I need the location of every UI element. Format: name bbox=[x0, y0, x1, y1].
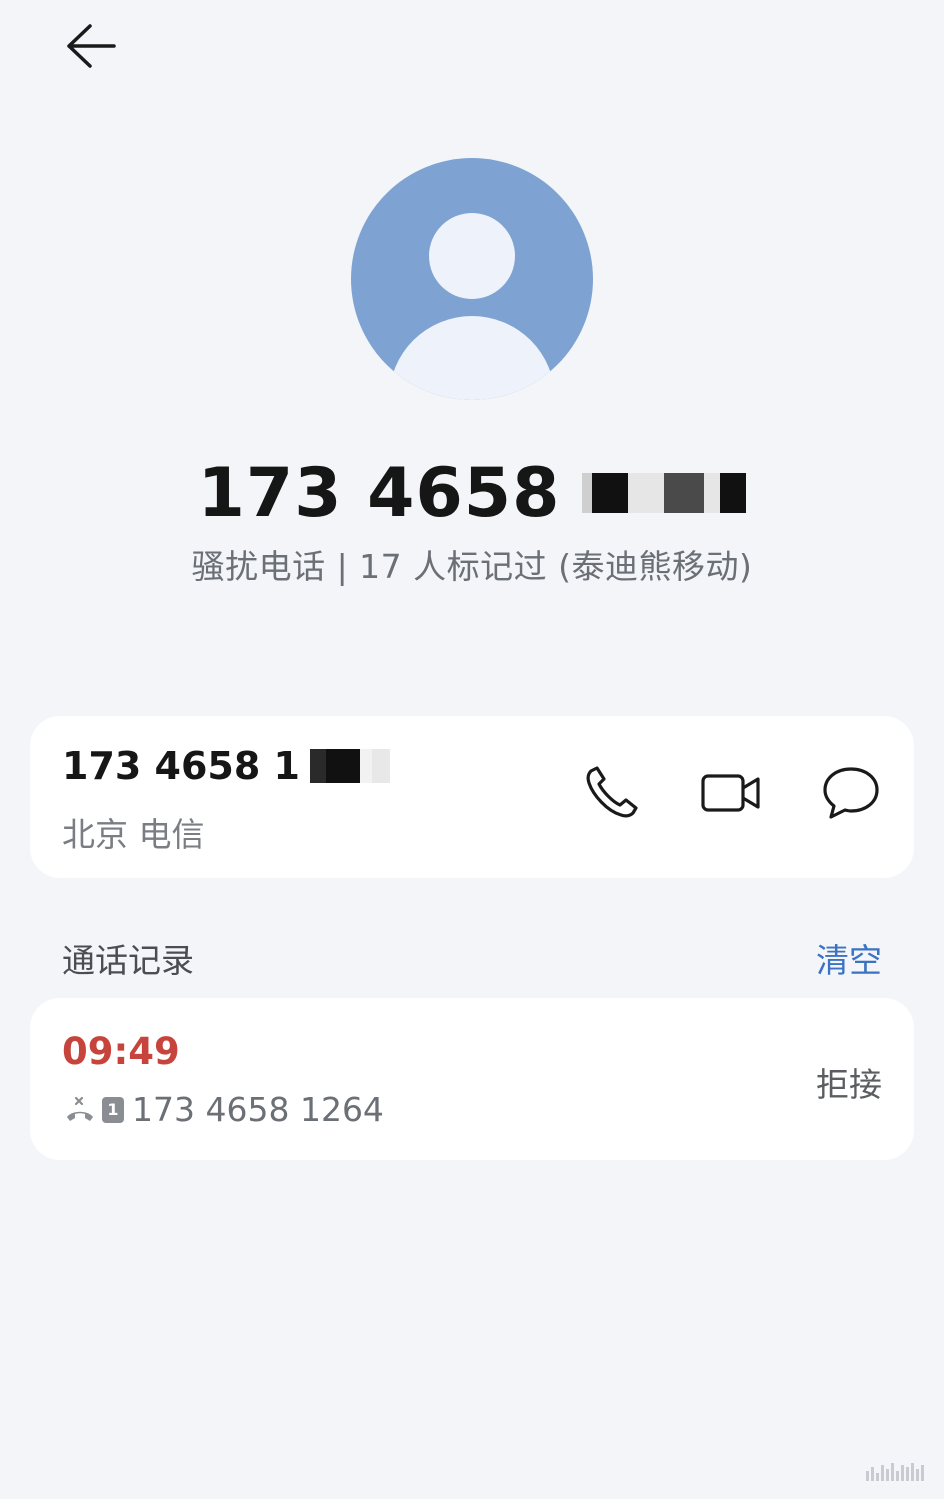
redacted-digits bbox=[582, 471, 747, 515]
video-camera-icon bbox=[701, 774, 760, 812]
clear-log-button[interactable]: 清空 bbox=[816, 934, 882, 982]
number-card: 173 4658 1 北京 电信 bbox=[30, 716, 914, 878]
person-avatar-icon bbox=[351, 158, 593, 400]
avatar-head bbox=[429, 213, 515, 299]
message-button[interactable] bbox=[816, 758, 886, 828]
card-number-text: 173 4658 1 bbox=[62, 744, 300, 788]
call-status: 拒接 bbox=[816, 1065, 882, 1104]
spam-label: 骚扰电话 | 17 人标记过 (泰迪熊移动) bbox=[191, 547, 753, 586]
message-bubble-icon bbox=[823, 767, 879, 819]
call-detail: 1 173 4658 1264 bbox=[64, 1090, 384, 1129]
contact-title: 173 4658 bbox=[0, 448, 944, 538]
contact-number: 173 4658 bbox=[197, 453, 561, 533]
location-carrier: 北京 电信 bbox=[62, 815, 205, 854]
card-number: 173 4658 1 bbox=[62, 744, 390, 788]
rejected-call-icon bbox=[67, 1096, 93, 1121]
call-log-entry[interactable]: 09:49 1 173 4658 1264 拒接 bbox=[30, 998, 914, 1160]
back-button[interactable] bbox=[58, 18, 124, 74]
sim-badge: 1 bbox=[102, 1096, 124, 1123]
watermark bbox=[866, 1463, 924, 1481]
redacted-digits-small bbox=[309, 748, 390, 784]
avatar-body bbox=[389, 316, 555, 400]
call-button[interactable] bbox=[576, 758, 646, 828]
call-number: 173 4658 1264 bbox=[132, 1090, 384, 1129]
phone-icon bbox=[586, 766, 638, 818]
arrow-left-icon bbox=[67, 24, 116, 68]
video-call-button[interactable] bbox=[696, 758, 766, 828]
call-log-title: 通话记录 bbox=[62, 941, 194, 980]
call-time: 09:49 bbox=[62, 1030, 180, 1073]
